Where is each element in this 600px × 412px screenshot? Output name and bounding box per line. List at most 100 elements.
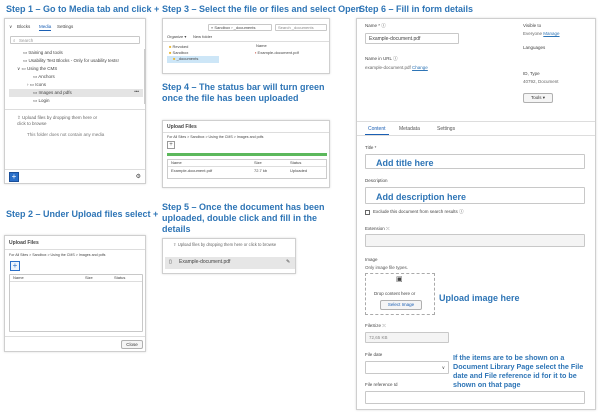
new-folder-button[interactable]: New folder — [193, 34, 212, 40]
step2-title: Step 2 – Under Upload files select + — [6, 209, 159, 219]
tree-item-login[interactable]: ▭ Login — [33, 98, 50, 104]
file-example-pdf[interactable]: ▪ Example-document.pdf — [255, 50, 299, 56]
edit-icon[interactable]: ✎ — [286, 259, 290, 266]
unlink-icon: ⤫ — [386, 226, 390, 231]
upload-status-dialog: Upload Files For All Sites > Sandbox > U… — [162, 120, 330, 188]
title-note: Add title here — [376, 158, 434, 168]
tree-item-anchors[interactable]: ▭ Anchors — [33, 74, 55, 80]
dialog-title: Upload Files — [9, 240, 39, 246]
uploaded-file-row[interactable]: ▯ Example-document.pdf ✎ — [165, 257, 295, 269]
organize-button[interactable]: Organize ▾ — [167, 34, 186, 40]
filesize-value: 72,65 KB — [369, 335, 388, 340]
tree-item-usability[interactable]: ▭ Usability Test Blocks - Only for usabi… — [23, 58, 119, 64]
divider — [5, 336, 145, 337]
title-label: Title * — [365, 145, 377, 150]
folder-documents-selected[interactable]: ■ _documents — [167, 56, 219, 63]
tree-label: ▭ Images and pdfs — [33, 90, 72, 95]
table-row[interactable]: Example-document.pdf 72.7 kb Uploaded — [168, 168, 326, 175]
pdf-icon: ▪ — [255, 50, 257, 55]
step4-title: Step 4 – The status bar will turn green … — [162, 82, 325, 103]
info-icon: ⓘ — [381, 23, 386, 28]
tab-metadata[interactable]: Metadata — [399, 126, 420, 132]
name-value: Example-document.pdf — [369, 36, 421, 42]
filedate-select[interactable]: ∨ — [365, 361, 449, 374]
row-size: 72.7 kb — [254, 168, 268, 173]
name-header: Name — [256, 43, 267, 48]
step3-title: Step 3 – Select the file or files and se… — [162, 4, 362, 14]
name-input[interactable]: Example-document.pdf — [365, 33, 459, 44]
search-input[interactable]: ⌕ Search — [10, 36, 140, 44]
tab-media[interactable]: Media — [39, 24, 52, 31]
form-panel: Name * ⓘ Example-document.pdf Name in UR… — [356, 18, 596, 410]
extension-label: Extension ⤫ — [365, 226, 390, 231]
panel-tabs: ∨ Blocks Media Settings — [9, 23, 141, 33]
file-dialog: « Sandbox › _documents Search _documents… — [162, 18, 330, 74]
tab-settings[interactable]: Settings — [57, 24, 73, 30]
info-icon: ⓘ — [393, 56, 398, 61]
filesize-label: FileSize ⤫ — [365, 323, 386, 328]
filedate-label: File date — [365, 352, 383, 357]
visible-value: Everyone Manage — [523, 31, 560, 36]
upload-dialog: Upload Files For All Sites > Sandbox > U… — [4, 235, 146, 352]
scrollbar[interactable] — [144, 49, 146, 104]
folder-icon: ■ — [169, 50, 172, 55]
divider — [163, 132, 329, 133]
image-drop-zone[interactable]: ▣ Drop content here or Select Image — [365, 273, 435, 315]
manage-link[interactable]: Manage — [543, 31, 559, 36]
languages-label: Languages — [523, 45, 546, 50]
more-icon[interactable]: ••• — [134, 89, 139, 95]
path-bar[interactable]: « Sandbox › _documents — [208, 24, 272, 31]
tab-form-settings[interactable]: Settings — [437, 126, 455, 132]
breadcrumb: For All Sites > Sandbox > Using the CMS … — [167, 135, 264, 139]
description-note: Add description here — [376, 192, 467, 202]
step5-title: Step 5 – Once the document has been uplo… — [162, 202, 325, 234]
drop-content-text: Drop content here or — [374, 291, 416, 296]
file-date-note: If the items are to be shown on a Docume… — [453, 353, 584, 389]
chevron-down-icon[interactable]: ∨ — [9, 24, 12, 30]
upload-image-note: Upload image here — [439, 293, 520, 303]
select-image-button[interactable]: Select Image — [380, 300, 422, 310]
drop-zone[interactable]: ⇪ Upload files by dropping them here or … — [17, 115, 107, 127]
description-input[interactable]: Add description here — [365, 187, 585, 204]
gear-icon[interactable]: ⚙ — [136, 174, 141, 180]
change-link[interactable]: Change — [412, 65, 428, 70]
exclude-checkbox[interactable] — [365, 210, 370, 215]
divider — [163, 41, 329, 42]
drop-zone[interactable]: ⇪ Upload files by dropping them here or … — [173, 242, 283, 248]
progress-fill — [167, 153, 327, 156]
divider — [5, 109, 145, 110]
breadcrumb: For All Sites > Sandbox > Using the CMS … — [9, 253, 106, 257]
file-table: Name Size Status — [9, 274, 143, 332]
table-header: Name Size Status — [10, 275, 142, 282]
add-file-button[interactable]: + — [10, 261, 20, 271]
search-documents-input[interactable]: Search _documents — [275, 24, 327, 31]
image-icon: ▣ — [396, 276, 403, 283]
extension-input[interactable] — [365, 234, 585, 247]
add-media-button[interactable]: + — [9, 172, 19, 182]
tree-label: Using the CMS — [27, 66, 58, 71]
filesize-input[interactable]: 72,65 KB — [365, 332, 449, 343]
tab-blocks[interactable]: Blocks — [17, 24, 30, 30]
image-types-text: Only image file types. — [365, 265, 409, 270]
tools-dropdown[interactable]: Tools ▾ — [523, 93, 553, 103]
row-status: Uploaded — [290, 168, 308, 173]
folder-icon: ■ — [173, 56, 176, 61]
tree-item-training[interactable]: ▭ training and tools — [23, 50, 63, 56]
col-size: Size — [85, 275, 93, 280]
tab-content[interactable]: Content — [365, 126, 389, 135]
tree-item-images-selected[interactable]: ▭ Images and pdfs ••• — [9, 89, 143, 97]
row-name: Example-document.pdf — [171, 168, 213, 173]
add-file-button[interactable]: + — [167, 141, 175, 149]
tree-label: Anchors — [38, 74, 55, 79]
tree-item-icons[interactable]: › ▭ Icons — [27, 82, 46, 88]
document-icon: ▯ — [169, 259, 172, 265]
fileref-input[interactable] — [365, 391, 585, 404]
visible-label: Visible to — [523, 23, 542, 28]
dialog-title: Upload Files — [167, 124, 197, 130]
drop-text: Upload files by dropping them here or cl… — [177, 242, 277, 247]
close-button[interactable]: Close — [121, 340, 143, 349]
title-input[interactable]: Add title here — [365, 154, 585, 169]
upload-icon: ⇪ — [17, 115, 21, 120]
url-value: example-document.pdf Change — [365, 65, 428, 70]
tree-item-using-cms[interactable]: ∨ ▭ Using the CMS — [17, 66, 57, 72]
